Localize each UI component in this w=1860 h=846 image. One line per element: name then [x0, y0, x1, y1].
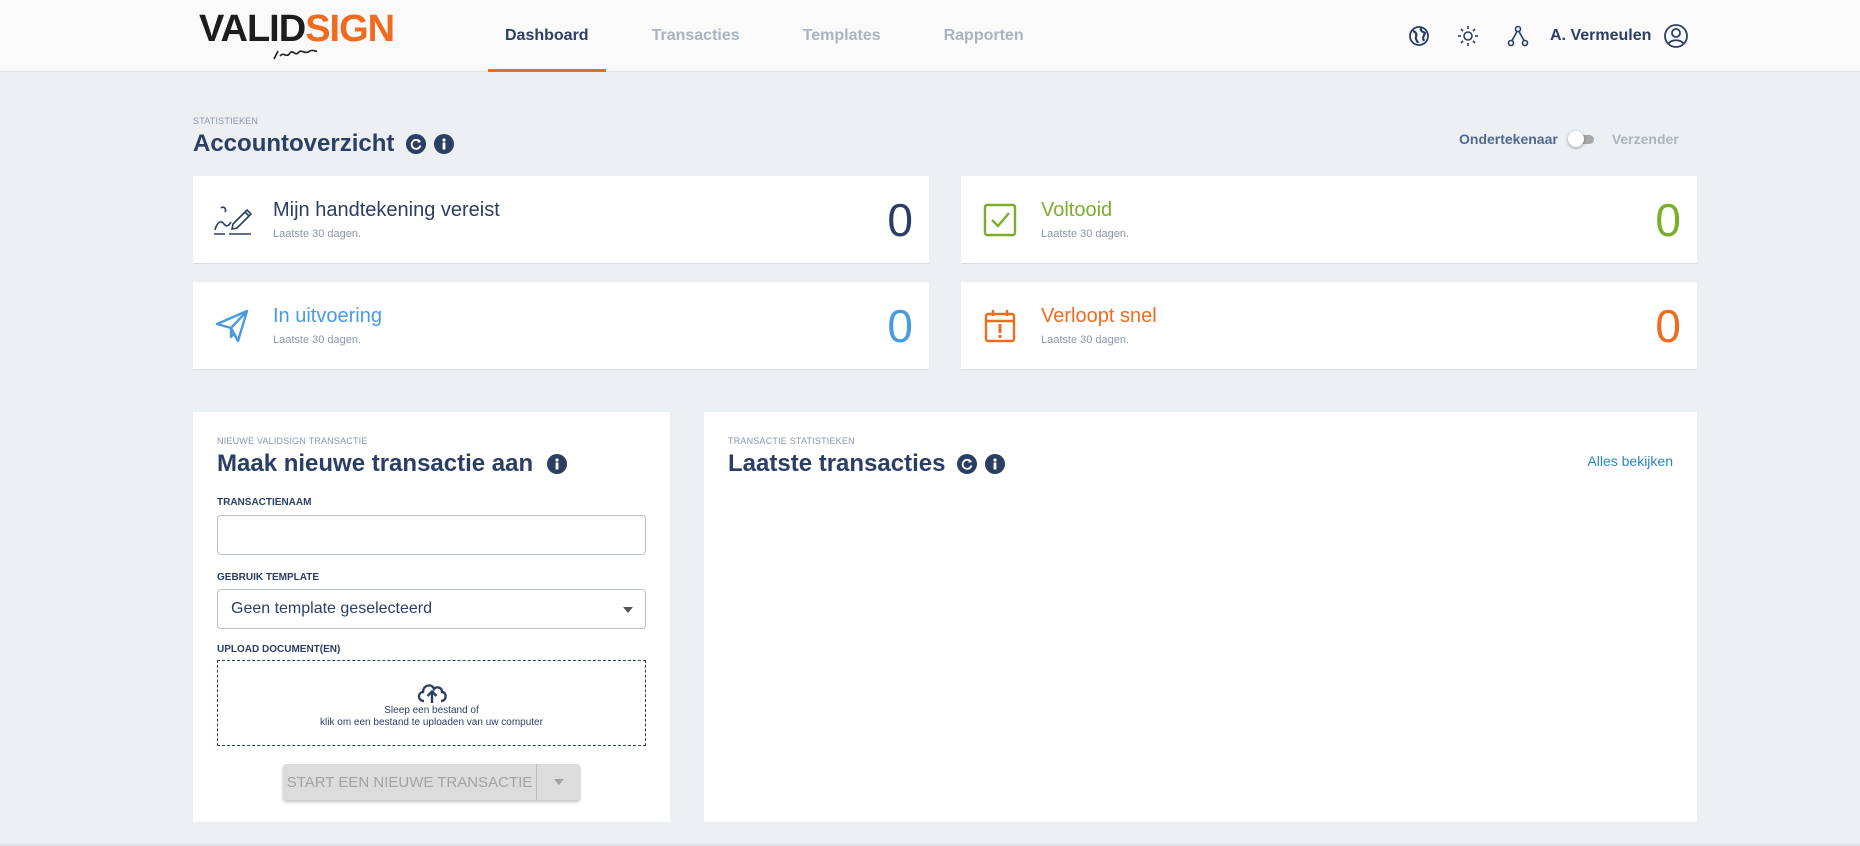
checkbox-icon: [979, 202, 1021, 238]
latest-transactions-header: TRANSACTIE STATISTIEKEN Laatste transact…: [728, 436, 1006, 478]
globe-icon[interactable]: [1408, 25, 1430, 47]
toggle-label-ondertekenaar[interactable]: Ondertekenaar: [1459, 131, 1558, 147]
role-toggle: Ondertekenaar Verzender: [1459, 131, 1679, 147]
new-transaction-title: Maak nieuwe transactie aan: [217, 450, 534, 477]
latest-eyebrow: TRANSACTIE STATISTIEKEN: [728, 436, 855, 446]
transaction-name-label: TRANSACTIENAAM: [217, 497, 312, 508]
start-transaction-button-group: START EEN NIEUWE TRANSACTIE: [283, 764, 580, 800]
stat-title: Mijn handtekening vereist: [273, 199, 500, 221]
logo-text-sign: SIGN: [305, 8, 395, 50]
latest-transactions-panel: TRANSACTIE STATISTIEKEN Laatste transact…: [704, 412, 1697, 822]
sun-icon[interactable]: [1457, 25, 1479, 47]
new-transaction-eyebrow: NIEUWE VALIDSIGN TRANSACTIE: [217, 436, 368, 446]
start-transaction-dropdown[interactable]: [536, 764, 580, 800]
stat-title: Verloopt snel: [1041, 305, 1157, 327]
upload-instruction-line2: klik om een bestand te uploaden van uw c…: [320, 717, 543, 728]
stat-count: 0: [1655, 194, 1681, 246]
stat-subtitle: Laatste 30 dagen.: [1041, 334, 1130, 346]
chevron-down-icon: [554, 779, 564, 785]
signature-squiggle-icon: [273, 49, 318, 60]
refresh-icon[interactable]: [406, 134, 427, 154]
info-icon[interactable]: [985, 454, 1006, 474]
latest-title-row: Laatste transacties: [728, 450, 1006, 478]
stat-count: 0: [887, 194, 913, 246]
logo-text-valid: VALID: [199, 8, 306, 50]
cloud-upload-icon: [218, 679, 645, 705]
stat-subtitle: Laatste 30 dagen.: [273, 334, 362, 346]
stat-card-in-progress[interactable]: In uitvoering Laatste 30 dagen. 0: [193, 282, 929, 370]
overview-title: Accountoverzicht: [193, 130, 395, 157]
stat-card-expiring-soon[interactable]: Verloopt snel Laatste 30 dagen. 0: [961, 282, 1697, 370]
stat-subtitle: Laatste 30 dagen.: [1041, 228, 1130, 240]
calendar-alert-icon: [979, 308, 1021, 344]
main-nav: Dashboard Transacties Templates Rapporte…: [488, 0, 1070, 72]
overview-title-row: Accountoverzicht: [193, 130, 455, 158]
template-select[interactable]: Geen template geselecteerd: [217, 589, 646, 629]
stat-title: In uitvoering: [273, 305, 382, 327]
upload-instruction-line1: Sleep een bestand of: [384, 705, 479, 716]
stat-card-completed[interactable]: Voltooid Laatste 30 dagen. 0: [961, 176, 1697, 264]
role-switch[interactable]: [1567, 131, 1596, 147]
hierarchy-icon[interactable]: [1507, 25, 1529, 47]
new-transaction-title-row: Maak nieuwe transactie aan: [217, 450, 568, 478]
info-icon[interactable]: [547, 454, 568, 474]
stat-count: 0: [1655, 300, 1681, 352]
validsign-logo[interactable]: VALIDSIGN: [199, 10, 395, 62]
latest-title: Laatste transacties: [728, 450, 946, 477]
user-name[interactable]: A. Vermeulen: [1550, 27, 1651, 45]
refresh-icon[interactable]: [957, 454, 978, 474]
stat-count: 0: [887, 300, 913, 352]
upload-label: UPLOAD DOCUMENT(EN): [217, 644, 341, 655]
nav-tab-transacties[interactable]: Transacties: [635, 0, 757, 72]
nav-tab-templates[interactable]: Templates: [786, 0, 898, 72]
user-avatar-icon[interactable]: [1663, 23, 1689, 49]
stat-title: Voltooid: [1041, 199, 1113, 221]
view-all-link[interactable]: Alles bekijken: [1587, 453, 1673, 469]
top-navigation-bar: VALIDSIGN Dashboard Transacties Template…: [0, 0, 1860, 72]
account-overview-header: STATISTIEKEN Accountoverzicht: [193, 116, 455, 158]
template-label: GEBRUIK TEMPLATE: [217, 572, 320, 583]
signature-icon: [211, 202, 253, 238]
stat-subtitle: Laatste 30 dagen.: [273, 228, 362, 240]
transaction-name-input[interactable]: [217, 515, 646, 555]
chevron-down-icon: [623, 607, 633, 613]
nav-tab-rapporten[interactable]: Rapporten: [927, 0, 1041, 72]
logo-text: VALIDSIGN: [199, 8, 395, 50]
info-icon[interactable]: [434, 134, 455, 154]
nav-tab-dashboard[interactable]: Dashboard: [488, 0, 606, 72]
start-transaction-button[interactable]: START EEN NIEUWE TRANSACTIE: [283, 764, 536, 800]
stat-card-signature-required[interactable]: Mijn handtekening vereist Laatste 30 dag…: [193, 176, 929, 264]
overview-eyebrow: STATISTIEKEN: [193, 116, 259, 126]
upload-dropzone[interactable]: Sleep een bestand of klik om een bestand…: [217, 660, 646, 746]
template-select-value: Geen template geselecteerd: [231, 600, 433, 617]
switch-knob[interactable]: [1567, 131, 1584, 147]
new-transaction-header: NIEUWE VALIDSIGN TRANSACTIE Maak nieuwe …: [217, 436, 568, 478]
new-transaction-panel: NIEUWE VALIDSIGN TRANSACTIE Maak nieuwe …: [193, 412, 670, 822]
paper-plane-icon: [211, 308, 253, 344]
toggle-label-verzender[interactable]: Verzender: [1612, 131, 1679, 147]
